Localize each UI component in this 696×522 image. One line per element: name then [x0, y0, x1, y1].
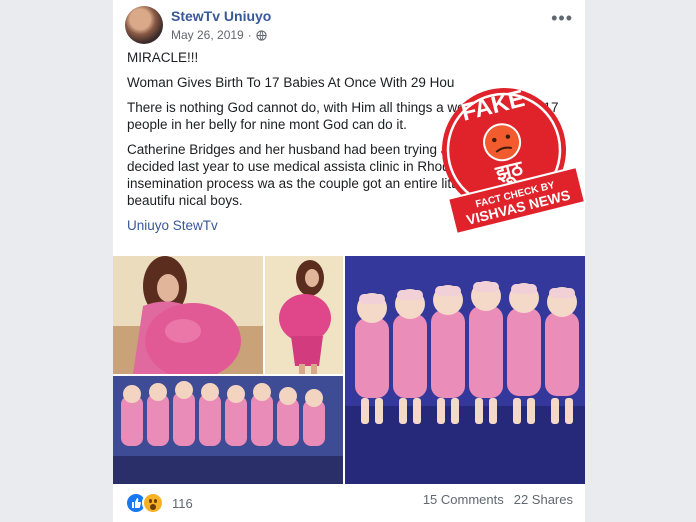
post-date[interactable]: May 26, 2019: [171, 28, 244, 42]
post-meta: May 26, 2019 ·: [171, 28, 267, 42]
page-link[interactable]: Uniuyo StewTv: [127, 217, 577, 234]
author-avatar[interactable]: [125, 6, 163, 44]
post-body: MIRACLE!!! Woman Gives Birth To 17 Babie…: [127, 49, 577, 242]
post-header: StewTv Uniuyo May 26, 2019 · •••: [125, 6, 575, 46]
photo-babies-row-large[interactable]: [345, 256, 585, 484]
post-line-4: Catherine Bridges and her husband had be…: [127, 142, 556, 208]
post-line-1: MIRACLE!!!: [127, 50, 199, 65]
engagement-counts: 15 Comments 22 Shares: [423, 492, 573, 507]
comments-count[interactable]: 15 Comments: [423, 492, 504, 507]
author-name[interactable]: StewTv Uniuyo: [171, 8, 271, 24]
wow-reaction-icon: [142, 492, 164, 514]
photo-babies-row-small[interactable]: [113, 376, 343, 484]
photo-pregnant-woman-standing[interactable]: [265, 256, 343, 374]
reactions-count: 116: [172, 495, 193, 511]
more-options-icon[interactable]: •••: [551, 8, 573, 29]
photo-grid: [113, 256, 585, 484]
post-card: StewTv Uniuyo May 26, 2019 · ••• MIRACLE…: [113, 0, 585, 522]
shares-count[interactable]: 22 Shares: [514, 492, 573, 507]
photo-pregnant-woman-sitting[interactable]: [113, 256, 263, 374]
post-line-2: Woman Gives Birth To 17 Babies At Once W…: [127, 75, 455, 90]
globe-icon: [256, 29, 267, 41]
post-line-3: There is nothing God cannot do, with Him…: [127, 100, 559, 132]
reactions[interactable]: 116: [125, 492, 193, 514]
post-footer: 116 15 Comments 22 Shares: [125, 492, 573, 516]
dot-separator: ·: [247, 28, 252, 42]
